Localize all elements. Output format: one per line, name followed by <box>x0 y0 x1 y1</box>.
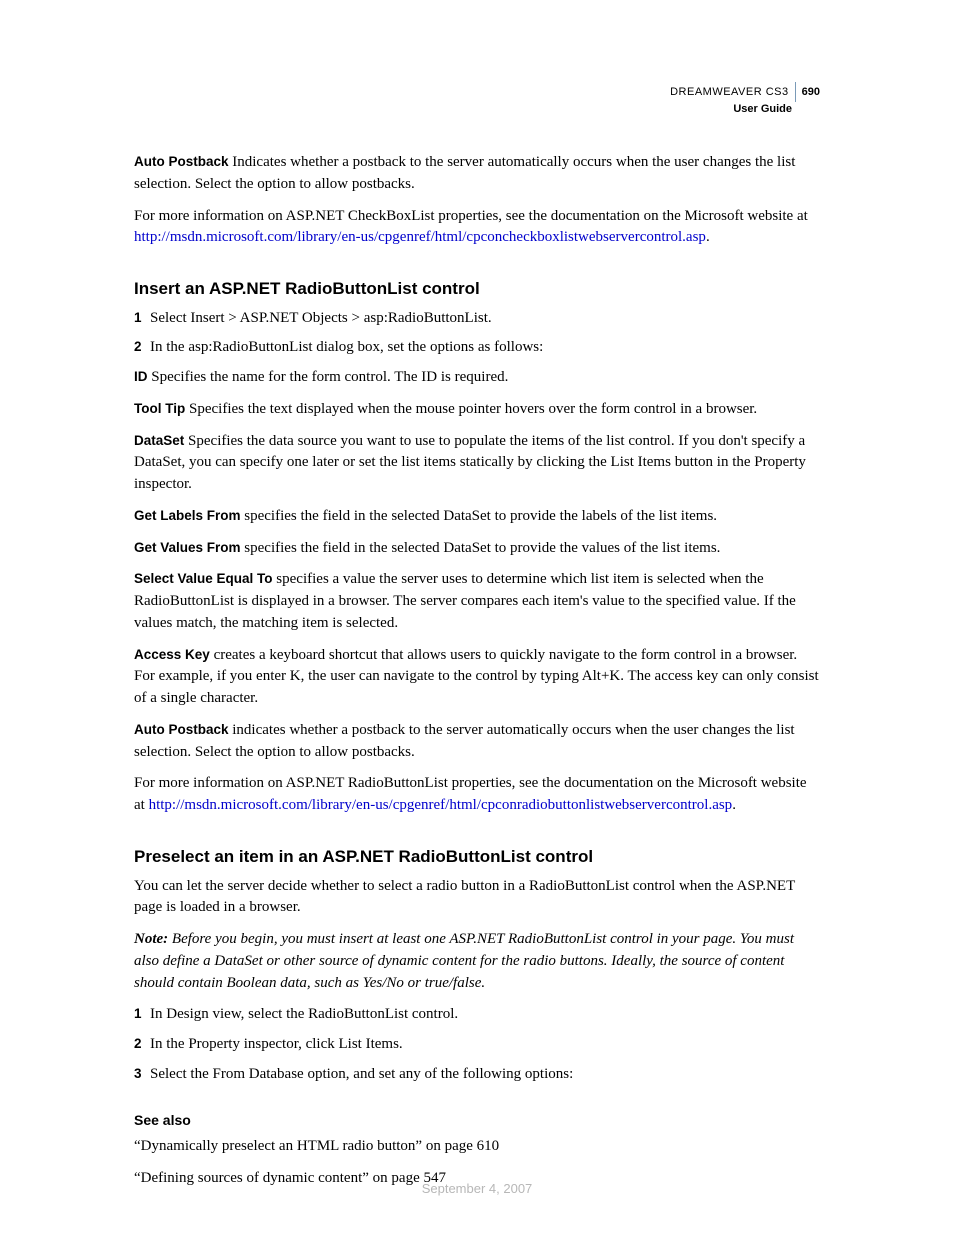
term-text: specifies the field in the selected Data… <box>241 540 721 556</box>
list-item: 3 Select the From Database option, and s… <box>134 1064 820 1086</box>
page-content: Auto Postback Indicates whether a postba… <box>134 152 820 1189</box>
term-label: Access Key <box>134 647 210 662</box>
term-text: indicates whether a postback to the serv… <box>134 722 795 760</box>
footer-date: September 4, 2007 <box>422 1181 533 1196</box>
list-item: 1 In Design view, select the RadioButton… <box>134 1004 820 1026</box>
note: Note: Before you begin, you must insert … <box>134 929 820 994</box>
definition-autopostback: Auto Postback indicates whether a postba… <box>134 720 820 764</box>
section-see-also: See also “Dynamically preselect an HTML … <box>134 1110 820 1190</box>
heading-preselect: Preselect an item in an ASP.NET RadioBut… <box>134 845 820 870</box>
definition-dataset: DataSet Specifies the data source you wa… <box>134 431 820 496</box>
more-info-radiobuttonlist: For more information on ASP.NET RadioBut… <box>134 773 820 817</box>
heading-see-also: See also <box>134 1110 820 1130</box>
preselect-intro: You can let the server decide whether to… <box>134 876 820 920</box>
definition-getvalues: Get Values From specifies the field in t… <box>134 538 820 560</box>
step-number: 3 <box>134 1064 150 1086</box>
list-item: 1 Select Insert > ASP.NET Objects > asp:… <box>134 308 820 330</box>
term-label: Select Value Equal To <box>134 571 273 586</box>
more-info-tail: . <box>706 229 710 245</box>
term-text: specifies the field in the selected Data… <box>241 508 718 524</box>
term-label: ID <box>134 369 148 384</box>
definition-tooltip: Tool Tip Specifies the text displayed wh… <box>134 399 820 421</box>
section-insert-radiobuttonlist: Insert an ASP.NET RadioButtonList contro… <box>134 277 820 817</box>
more-info-checkboxlist: For more information on ASP.NET CheckBox… <box>134 206 820 250</box>
page-footer: September 4, 2007 <box>0 1180 954 1199</box>
term-label: Auto Postback <box>134 722 229 737</box>
note-body: Before you begin, you must insert at lea… <box>134 931 794 991</box>
step-text: In Design view, select the RadioButtonLi… <box>150 1004 820 1026</box>
list-item: 2 In the Property inspector, click List … <box>134 1034 820 1056</box>
step-number: 2 <box>134 337 150 359</box>
step-number: 1 <box>134 308 150 330</box>
list-item: 2 In the asp:RadioButtonList dialog box,… <box>134 337 820 359</box>
definition-accesskey: Access Key creates a keyboard shortcut t… <box>134 645 820 710</box>
link-msdn-checkboxlist[interactable]: http://msdn.microsoft.com/library/en-us/… <box>134 229 706 245</box>
term-text: creates a keyboard shortcut that allows … <box>134 647 819 707</box>
page-header: DREAMWEAVER CS3 690 User Guide <box>670 82 820 116</box>
term-label: Auto Postback <box>134 154 229 169</box>
heading-insert: Insert an ASP.NET RadioButtonList contro… <box>134 277 820 302</box>
header-subtitle: User Guide <box>670 102 820 116</box>
step-text: In the Property inspector, click List It… <box>150 1034 820 1056</box>
term-text: Specifies the data source you want to us… <box>134 433 806 493</box>
section-preselect: Preselect an item in an ASP.NET RadioBut… <box>134 845 820 1086</box>
definition-selectvalue: Select Value Equal To specifies a value … <box>134 569 820 634</box>
term-text: Specifies the text displayed when the mo… <box>185 401 757 417</box>
step-text: In the asp:RadioButtonList dialog box, s… <box>150 337 820 359</box>
definition-id: ID Specifies the name for the form contr… <box>134 367 820 389</box>
term-label: DataSet <box>134 433 184 448</box>
definition-auto-postback: Auto Postback Indicates whether a postba… <box>134 152 820 196</box>
step-number: 1 <box>134 1004 150 1026</box>
note-label: Note: <box>134 931 168 947</box>
term-text: Indicates whether a postback to the serv… <box>134 154 795 192</box>
more-info-text: For more information on ASP.NET CheckBox… <box>134 208 808 224</box>
more-info-tail: . <box>732 797 736 813</box>
page-number: 690 <box>802 85 820 99</box>
see-also-ref: “Dynamically preselect an HTML radio but… <box>134 1136 820 1158</box>
product-name: DREAMWEAVER CS3 <box>670 85 789 99</box>
term-text: Specifies the name for the form control.… <box>148 369 509 385</box>
term-label: Get Labels From <box>134 508 241 523</box>
header-separator <box>795 82 796 102</box>
link-msdn-radiobuttonlist[interactable]: http://msdn.microsoft.com/library/en-us/… <box>149 797 733 813</box>
step-text: Select the From Database option, and set… <box>150 1064 820 1086</box>
step-text: Select Insert > ASP.NET Objects > asp:Ra… <box>150 308 820 330</box>
definition-getlabels: Get Labels From specifies the field in t… <box>134 506 820 528</box>
term-label: Get Values From <box>134 540 241 555</box>
term-label: Tool Tip <box>134 401 185 416</box>
step-number: 2 <box>134 1034 150 1056</box>
